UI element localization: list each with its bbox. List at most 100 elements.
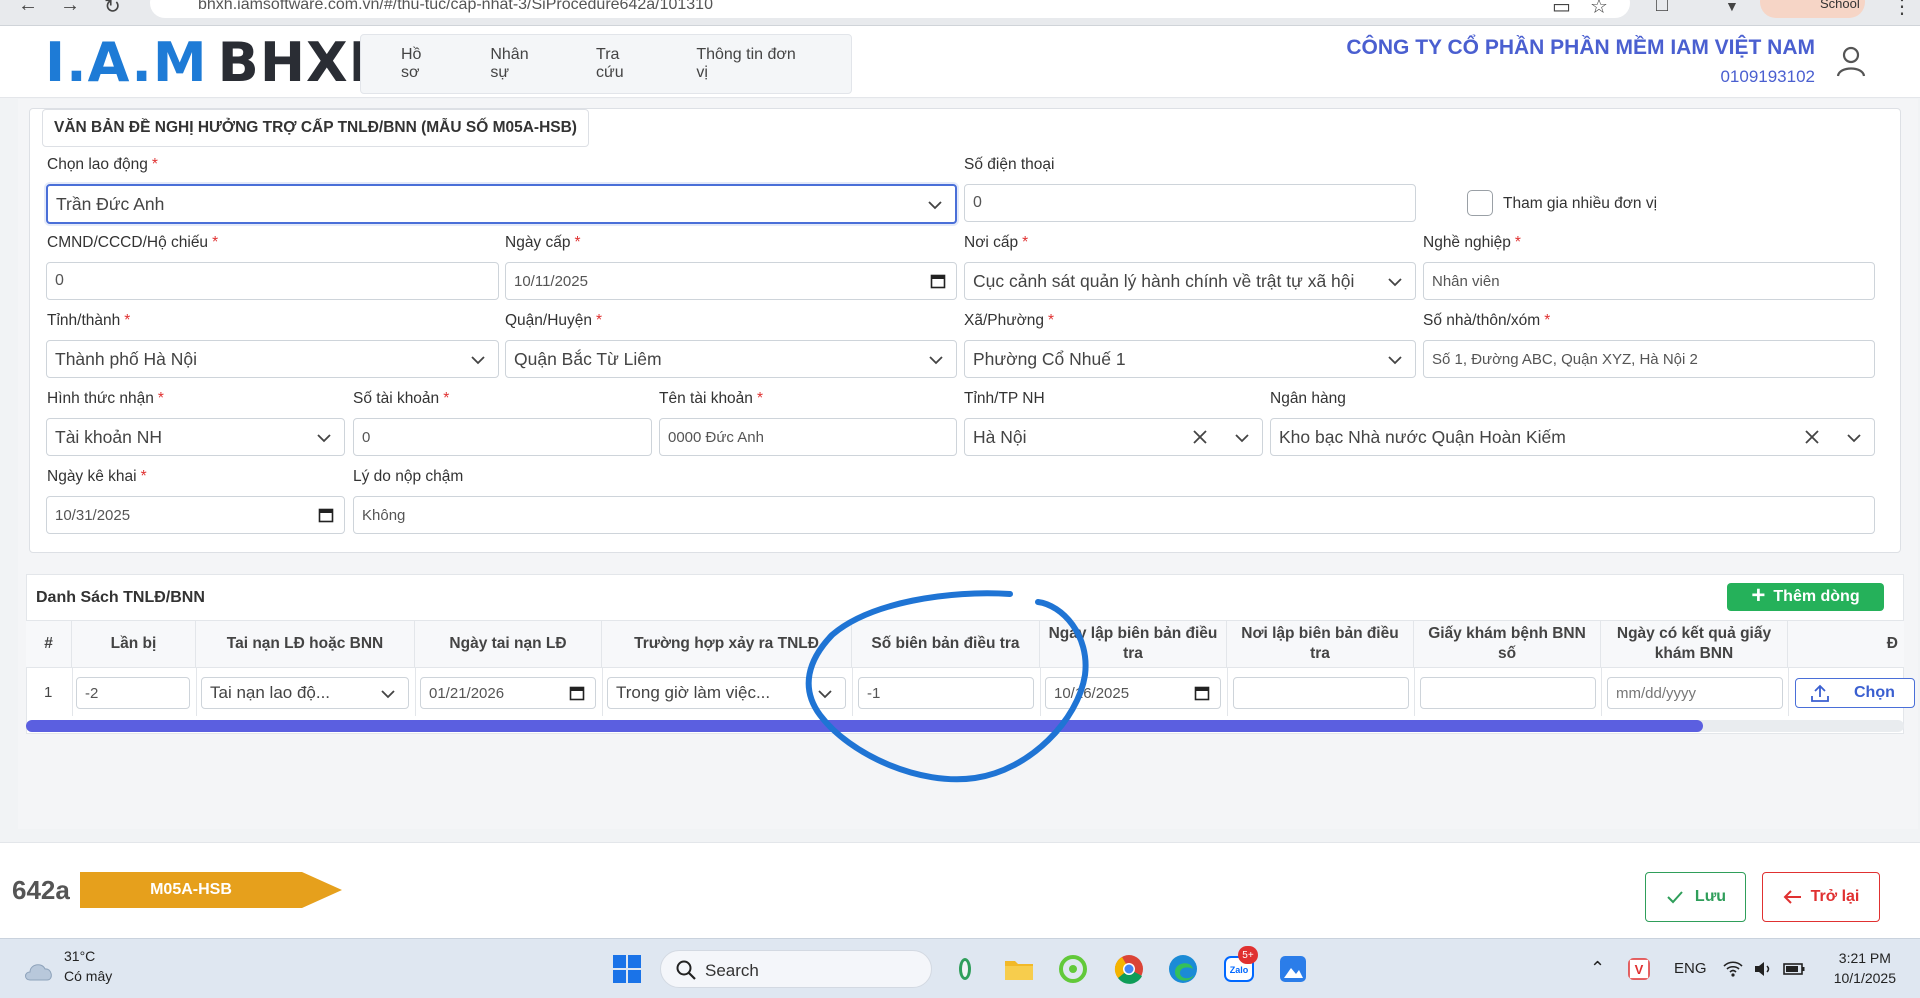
- address-value: Số 1, Đường ABC, Quận XYZ, Hà Nội 2: [1432, 350, 1698, 368]
- calendar-icon[interactable]: [318, 507, 334, 523]
- employee-label: Chọn lao động *: [47, 156, 158, 173]
- wifi-icon[interactable]: [1722, 958, 1744, 980]
- district-select[interactable]: Quận Bắc Từ Liêm: [505, 340, 957, 378]
- phone-input[interactable]: 0: [964, 184, 1416, 222]
- arrow-left-icon: [1783, 890, 1801, 904]
- chevron-up-icon[interactable]: ⌃: [1590, 958, 1605, 979]
- accident-type-select[interactable]: Tai nạn lao độ...: [201, 677, 409, 709]
- volume-icon[interactable]: [1752, 958, 1774, 980]
- receive-method-value: Tài khoản NH: [55, 426, 162, 447]
- nav-thong-tin-don-vi[interactable]: Thông tin đơn vị: [696, 46, 801, 82]
- back-icon[interactable]: ←: [18, 0, 38, 17]
- back-button[interactable]: Trở lại: [1762, 872, 1880, 922]
- address-bar[interactable]: bhxh.iamsoftware.com.vn/#/thu-tuc/cap-nh…: [150, 0, 1630, 18]
- nav-tra-cuu[interactable]: Tra cứu: [596, 46, 646, 82]
- svg-text:V: V: [1635, 962, 1644, 977]
- report-number-value: -1: [867, 684, 881, 702]
- cell-divider: [1601, 668, 1602, 716]
- url-text: bhxh.iamsoftware.com.vn/#/thu-tuc/cap-nh…: [198, 0, 713, 13]
- reload-icon[interactable]: ↻: [104, 0, 121, 19]
- multi-unit-checkbox[interactable]: [1467, 190, 1493, 216]
- bank-province-select[interactable]: Hà Nội: [964, 418, 1263, 456]
- issue-date-input[interactable]: 10/11/2025: [505, 262, 957, 300]
- clear-icon[interactable]: [1192, 429, 1208, 445]
- col-report-date: Ngày lập biên bản điều tra: [1040, 620, 1227, 668]
- account-name-label: Tên tài khoản *: [659, 390, 763, 407]
- company-info: CÔNG TY CỔ PHẦN PHẦN MỀM IAM VIỆT NAM 01…: [1346, 36, 1815, 87]
- col-report-place: Nơi lập biên bản điều tra: [1227, 620, 1414, 668]
- province-select[interactable]: Thành phố Hà Nội: [46, 340, 499, 378]
- star-icon[interactable]: ☆: [1590, 0, 1608, 19]
- windows-start-icon[interactable]: [610, 952, 644, 986]
- upload-button[interactable]: Chọn: [1795, 678, 1915, 708]
- leaf-app-icon[interactable]: [948, 952, 982, 986]
- exam-date-input[interactable]: mm/dd/yyyy: [1607, 677, 1783, 709]
- col-index: #: [26, 620, 72, 668]
- scrollbar-thumb[interactable]: [26, 720, 1703, 732]
- user-icon[interactable]: [1834, 44, 1868, 78]
- address-input[interactable]: Số 1, Đường ABC, Quận XYZ, Hà Nội 2: [1423, 340, 1875, 378]
- table-title: Danh Sách TNLĐ/BNN: [36, 589, 205, 606]
- calendar-icon[interactable]: [930, 273, 946, 289]
- phone-value: 0: [973, 194, 982, 211]
- employee-select[interactable]: Trần Đức Anh: [46, 184, 957, 224]
- menu-icon[interactable]: ⋮: [1892, 0, 1912, 19]
- forward-icon[interactable]: →: [60, 0, 80, 17]
- account-number-value: 0: [362, 428, 371, 446]
- address-label: Số nhà/thôn/xóm *: [1423, 312, 1551, 329]
- tab-search-icon[interactable]: □: [1656, 0, 1668, 17]
- accident-date-input[interactable]: 01/21/2026: [420, 677, 596, 709]
- chevron-down-icon[interactable]: ▼: [1725, 0, 1739, 14]
- app-header: I.A.M BHXH Hồ sơ Nhân sự Tra cứu Thông t…: [0, 26, 1920, 98]
- green-app-icon[interactable]: [1056, 952, 1090, 986]
- folder-icon[interactable]: [1002, 952, 1036, 986]
- cell-divider: [1227, 668, 1228, 716]
- calendar-icon[interactable]: [1194, 685, 1210, 701]
- chevron-down-icon: [1847, 434, 1861, 443]
- account-name-input[interactable]: 0000 Đức Anh: [659, 418, 957, 456]
- issue-place-select[interactable]: Cục cảnh sát quản lý hành chính về trật …: [964, 262, 1416, 300]
- report-place-input[interactable]: [1233, 677, 1409, 709]
- calendar-icon[interactable]: [569, 685, 585, 701]
- case-select[interactable]: Trong giờ làm việc...: [607, 677, 846, 709]
- col-document: Đ: [1886, 635, 1898, 652]
- vietkey-icon[interactable]: V: [1628, 958, 1650, 980]
- photos-app-icon[interactable]: [1276, 952, 1310, 986]
- id-input[interactable]: 0: [46, 262, 499, 300]
- nav-nhan-su[interactable]: Nhân sự: [490, 46, 546, 82]
- receive-method-select[interactable]: Tài khoản NH: [46, 418, 345, 456]
- clear-icon[interactable]: [1804, 429, 1820, 445]
- taskbar-search[interactable]: Search: [660, 950, 932, 988]
- ward-select[interactable]: Phường Cổ Nhuế 1: [964, 340, 1416, 378]
- multi-unit-label: Tham gia nhiều đơn vị: [1503, 195, 1658, 212]
- late-reason-input[interactable]: Không: [353, 496, 1875, 534]
- save-button[interactable]: Lưu: [1645, 872, 1746, 922]
- taskbar-clock[interactable]: 3:21 PM 10/1/2025: [1834, 948, 1896, 988]
- profile-button[interactable]: School: [1760, 0, 1865, 18]
- chevron-down-icon: [1388, 356, 1402, 365]
- temperature: 31°C: [64, 948, 96, 964]
- employee-value: Trần Đức Anh: [56, 193, 165, 214]
- ward-value: Phường Cổ Nhuế 1: [973, 348, 1126, 369]
- report-date-input[interactable]: 10/16/2025: [1045, 677, 1221, 709]
- exam-number-input[interactable]: [1420, 677, 1596, 709]
- declare-date-input[interactable]: 10/31/2025: [46, 496, 345, 534]
- nav-ho-so[interactable]: Hồ sơ: [401, 46, 440, 82]
- add-row-button[interactable]: + Thêm dòng: [1727, 583, 1884, 611]
- logo[interactable]: I.A.M BHXH: [45, 31, 395, 94]
- chevron-down-icon: [1388, 278, 1402, 287]
- battery-icon[interactable]: [1782, 958, 1806, 980]
- language-indicator[interactable]: ENG: [1674, 960, 1707, 977]
- svg-text:Zalo: Zalo: [1230, 965, 1249, 975]
- bank-select[interactable]: Kho bạc Nhà nước Quận Hoàn Kiếm: [1270, 418, 1875, 456]
- edge-icon[interactable]: [1166, 952, 1200, 986]
- times-input[interactable]: -2: [76, 677, 190, 709]
- job-input[interactable]: Nhân viên: [1423, 262, 1875, 300]
- account-number-label: Số tài khoản *: [353, 390, 450, 407]
- report-number-input[interactable]: -1: [858, 677, 1034, 709]
- times-value: -2: [85, 684, 99, 702]
- chevron-down-icon: [818, 690, 832, 699]
- chrome-icon[interactable]: [1112, 952, 1146, 986]
- account-number-input[interactable]: 0: [353, 418, 652, 456]
- install-icon[interactable]: ▭: [1552, 0, 1571, 19]
